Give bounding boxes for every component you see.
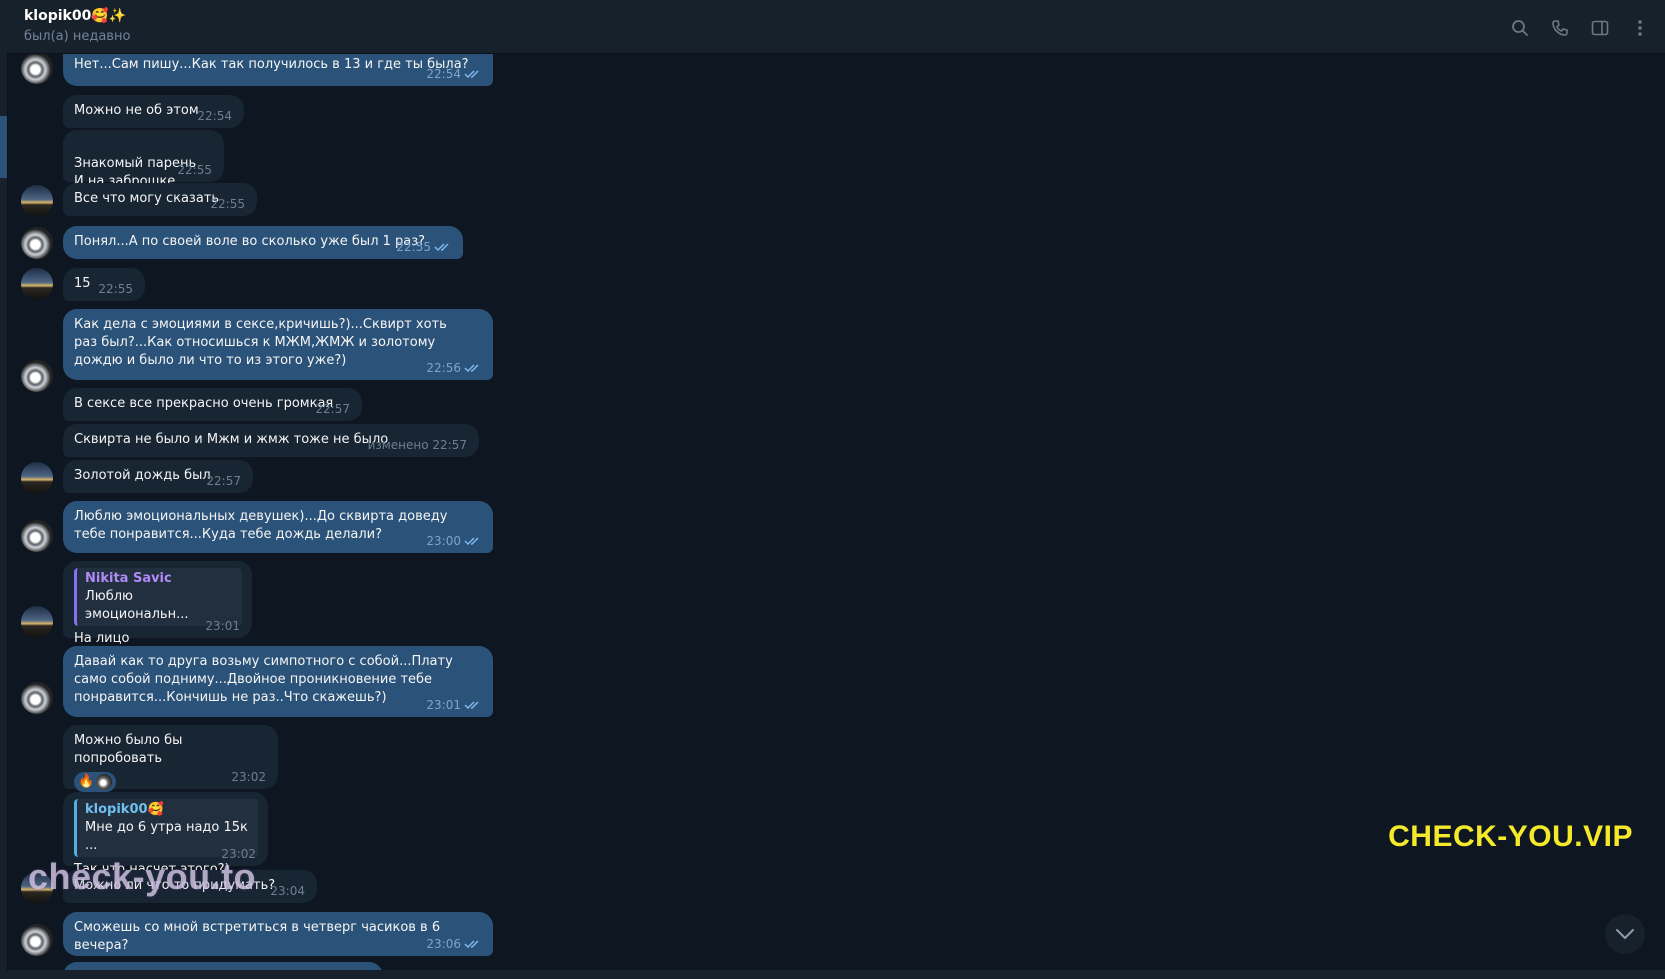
message-time: изменено 22:57	[367, 438, 467, 452]
message-text: В сексе все прекрасно очень громкая	[74, 396, 334, 411]
message-bubble[interactable]: Знакомый парень И на заброшке 22:55	[63, 130, 224, 189]
message-time: 23:01	[426, 698, 461, 712]
message-bubble[interactable]: Нет...Сам пишу...Как так получилось в 13…	[63, 54, 493, 86]
message-bubble[interactable]: klopik00🥰 Мне до 6 утра надо 15к ... Так…	[63, 792, 268, 877]
message-time: 23:00	[426, 534, 461, 548]
message-bubble[interactable]: Люблю эмоциональных девушек)...До сквирт…	[63, 501, 493, 553]
message-bubble[interactable]: Можно не об этом 22:54	[63, 95, 244, 128]
message-time: 22:55	[210, 197, 245, 211]
message-time: 22:54	[197, 109, 232, 123]
message-bubble[interactable]: Понял...А по своей воле во сколько уже б…	[63, 226, 463, 259]
fire-reaction-icon: 🔥	[78, 774, 95, 789]
avatar[interactable]	[21, 606, 53, 638]
message-bubble[interactable]: Золотой дождь был 22:57	[63, 460, 253, 493]
avatar[interactable]	[21, 360, 53, 392]
avatar[interactable]	[21, 462, 53, 494]
avatar[interactable]	[21, 227, 53, 259]
more-vertical-icon[interactable]	[1627, 17, 1653, 39]
message-bubble[interactable]: Можно было бы попробовать 🔥 23:02	[63, 725, 278, 792]
message-bubble[interactable]: Nikita Savic Люблю эмоциональн... На лиц…	[63, 561, 252, 646]
read-check-icon	[464, 940, 479, 949]
avatar[interactable]	[21, 924, 53, 956]
message-time: 22:55	[98, 282, 133, 296]
message-time: 23:02	[231, 770, 266, 784]
message-text: Нет...Сам пишу...Как так получилось в 13…	[74, 57, 469, 72]
watermark-right: CHECK-YOU.VIP	[1388, 820, 1633, 853]
contact-status: был(а) недавно	[24, 29, 131, 44]
message-time: 22:57	[315, 402, 350, 416]
sidebar-toggle-icon[interactable]	[1587, 17, 1613, 39]
message-time: 22:56	[426, 361, 461, 375]
search-icon[interactable]	[1507, 17, 1533, 39]
reaction-badge[interactable]: 🔥	[74, 772, 117, 792]
reactor-avatar	[96, 774, 113, 790]
avatar[interactable]	[21, 54, 53, 84]
message-text: Давай как то друга возьму симпотного с с…	[74, 654, 453, 705]
chat-header: klopik00🥰✨ был(а) недавно	[7, 0, 1665, 54]
avatar[interactable]	[21, 185, 53, 217]
reply-author: klopik00🥰	[85, 802, 164, 817]
message-bubble[interactable]: Сквирта не было и Мжм и жмж тоже не было…	[63, 424, 479, 457]
avatar[interactable]	[21, 520, 53, 552]
message-text: Люблю эмоциональных девушек)...До сквирт…	[74, 509, 448, 542]
message-bubble[interactable]: 15 22:55	[63, 268, 145, 301]
contact-name[interactable]: klopik00🥰✨	[24, 8, 126, 24]
message-bubble[interactable]: Все что могу сказать 22:55	[63, 183, 257, 216]
read-check-icon	[464, 364, 479, 373]
message-text: Можно было бы попробовать	[74, 733, 183, 766]
message-time: 22:57	[206, 474, 241, 488]
message-time: 22:55	[396, 240, 431, 254]
message-bubble[interactable]: Сможешь со мной встретиться в четверг ча…	[63, 912, 493, 956]
composer-edge	[7, 970, 1665, 979]
active-chat-indicator	[0, 116, 7, 178]
message-time: 23:01	[205, 619, 240, 633]
message-time: 23:04	[270, 884, 305, 898]
message-time: 22:54	[426, 67, 461, 81]
message-time: 23:06	[426, 937, 461, 951]
read-check-icon	[464, 70, 479, 79]
message-text: Как дела с эмоциями в сексе,кричишь?)...…	[74, 317, 447, 368]
message-text: Сможешь со мной встретиться в четверг ча…	[74, 920, 441, 953]
chevron-down-icon	[1616, 929, 1634, 939]
phone-icon[interactable]	[1547, 17, 1573, 39]
message-bubble[interactable]: Как дела с эмоциями в сексе,кричишь?)...…	[63, 309, 493, 380]
read-check-icon	[464, 537, 479, 546]
message-bubble[interactable]: В сексе все прекрасно очень громкая 22:5…	[63, 388, 362, 421]
read-check-icon	[464, 701, 479, 710]
avatar[interactable]	[21, 268, 53, 300]
scroll-down-button[interactable]	[1605, 914, 1645, 954]
watermark-left: check-you.to	[28, 856, 257, 897]
message-time: 22:55	[177, 163, 212, 177]
avatar[interactable]	[21, 682, 53, 714]
message-bubble[interactable]: Давай как то друга возьму симпотного с с…	[63, 646, 493, 717]
read-check-icon	[434, 243, 449, 252]
reply-author: Nikita Savic	[85, 571, 172, 586]
